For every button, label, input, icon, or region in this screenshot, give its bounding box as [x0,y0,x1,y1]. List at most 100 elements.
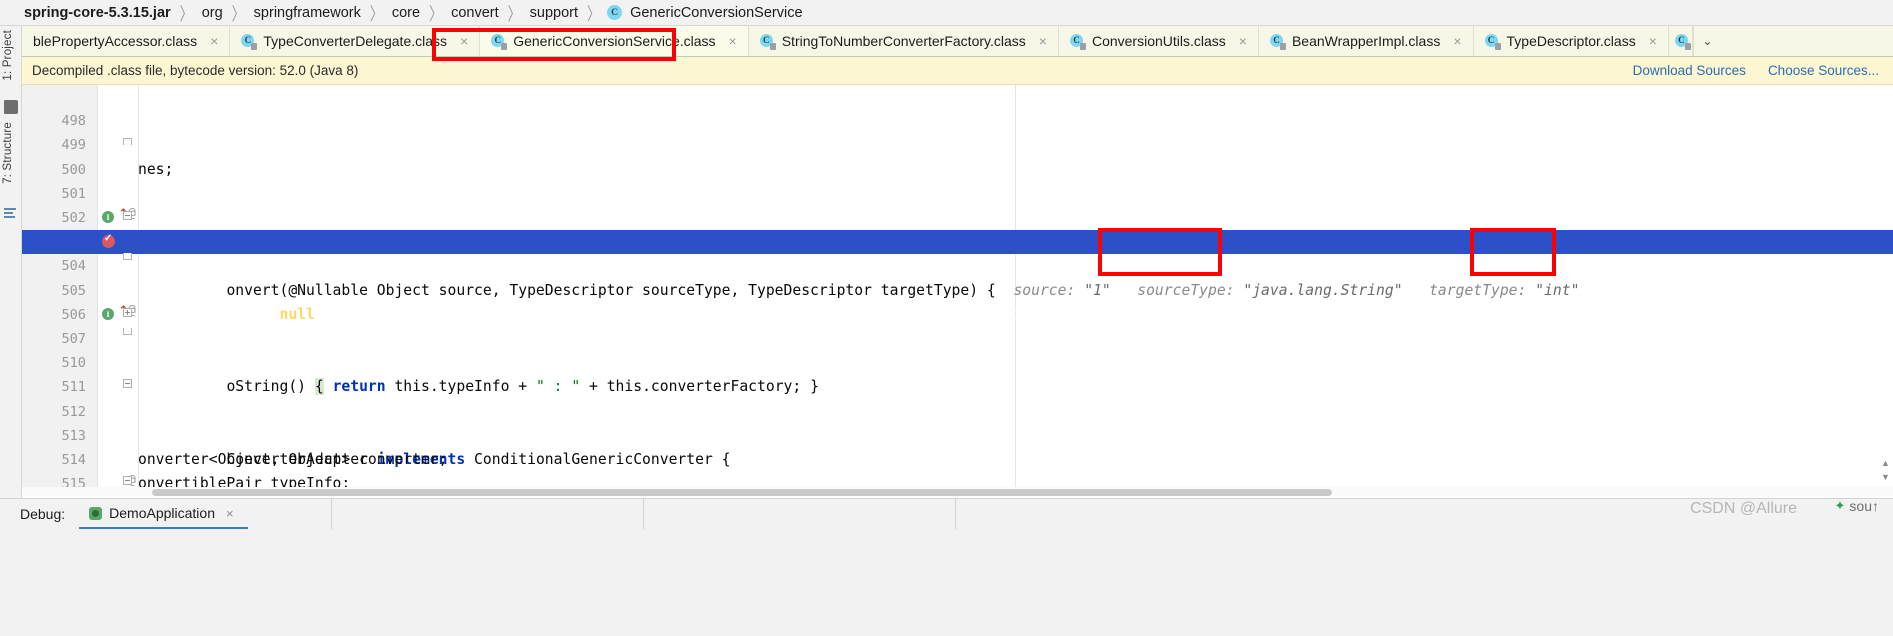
tab-typeconverterdelegate[interactable]: C TypeConverterDelegate.class × [230,26,481,56]
watermark-logo-text: sou↑ [1849,498,1879,514]
code-line[interactable]: 501 [22,158,1893,202]
code-line[interactable]: 513 onverter<Object, Object> converter; [22,400,1893,468]
fold-region-end-icon[interactable] [123,253,132,260]
fold-collapse-icon[interactable] [123,211,132,220]
tab-label: ConversionUtils.class [1091,33,1226,49]
implementation-marker-icon[interactable]: I [102,308,114,320]
tab-conversionutils[interactable]: C ConversionUtils.class × [1059,26,1259,56]
close-icon[interactable]: × [1037,34,1049,48]
lock-icon [1494,42,1501,50]
tab-label: TypeConverterDelegate.class [263,33,448,49]
tab-partial[interactable]: C [1669,26,1693,56]
divider [955,499,956,529]
scroll-down-icon[interactable]: ▼ [1880,472,1891,483]
download-sources-link[interactable]: Download Sources [1633,63,1746,78]
debug-label: Debug: [20,506,66,522]
breadcrumb-label: convert [451,4,499,21]
code-line[interactable]: 500 [22,133,1893,178]
tab-label: GenericConversionService.class [513,33,716,49]
code-line[interactable]: 515 esolvableType targetType; [22,448,1893,492]
breadcrumb-item-convert[interactable]: convert 〉 [449,3,528,24]
code-line[interactable]: 503 onvert(@Nullable Object source, Type… [22,206,1893,298]
debug-tab-demoapplication[interactable]: DemoApplication × [79,499,248,529]
tab-typedescriptor[interactable]: C TypeDescriptor.class × [1474,26,1669,56]
lock-icon [769,42,776,50]
fold-expand-icon[interactable] [123,308,132,317]
class-file-icon: C [491,33,508,50]
chevron-right-icon: 〉 [179,3,193,24]
breadcrumb: spring-core-5.3.15.jar 〉 org 〉 springfra… [0,0,1893,26]
class-icon: C [607,5,623,20]
watermark-logo: ✦ sou↑ [1835,498,1879,514]
breadcrumb-label: GenericConversionService [630,4,803,21]
breadcrumb-item-jar[interactable]: spring-core-5.3.15.jar 〉 [22,3,200,24]
close-icon[interactable]: × [458,34,470,48]
close-icon[interactable]: × [727,34,739,48]
close-icon[interactable]: × [226,506,234,521]
lock-icon [1684,42,1691,50]
choose-sources-link[interactable]: Choose Sources... [1768,63,1879,78]
code-line-selected[interactable]: 504 ce == null ? GenericConversionServic… [22,230,1893,323]
tab-genericconversionservice[interactable]: C GenericConversionService.class × [480,26,749,56]
code-line[interactable]: 510 [22,327,1893,371]
tab-label: TypeDescriptor.class [1506,33,1636,49]
notification-actions: Download Sources Choose Sources... [1633,63,1879,78]
tab-blepropertyaccessor[interactable]: blePropertyAccessor.class × [22,26,231,56]
lock-icon [1079,42,1086,50]
tab-beanwrapperimpl[interactable]: C BeanWrapperImpl.class × [1259,26,1474,56]
scroll-up-icon[interactable]: ▲ [1880,458,1891,469]
code-line[interactable]: 507 oString() { return this.typeInfo + "… [22,303,1893,396]
chevron-down-icon: ⌄ [1702,34,1713,48]
code-line[interactable]: 498 [22,85,1893,129]
chevron-right-icon: 〉 [231,3,245,24]
code-lines: 498 499 nes; 500 501 502 onvert(@Nullabl… [22,85,1893,493]
code-line[interactable]: 514 onvertiblePair typeInfo; [22,424,1893,492]
breadcrumb-item-core[interactable]: core 〉 [390,3,449,24]
breadcrumb-label: core [391,4,421,21]
breadcrumb-item-class[interactable]: C GenericConversionService [607,5,804,21]
fold-collapse-icon[interactable] [123,476,132,485]
chevron-right-icon: 〉 [587,3,601,24]
close-icon[interactable]: × [1237,34,1249,48]
lock-icon [1279,42,1286,50]
code-line[interactable]: 505 [22,254,1893,299]
close-icon[interactable]: × [1451,34,1463,48]
divider [643,499,644,529]
code-line[interactable]: 512 ConverterAdapter implements Conditio… [22,375,1893,468]
tab-overflow-button[interactable]: ⌄ [1692,26,1721,56]
fold-collapse-icon[interactable] [123,379,132,388]
editor-hscrollbar-thumb[interactable] [152,489,1332,496]
watermark-text: CSDN @Allure [1690,500,1797,517]
tool-window-project[interactable]: 1: Project [2,30,14,81]
run-config-icon [89,506,103,520]
breakpoint-icon[interactable] [102,233,115,248]
code-line[interactable]: 506 [22,279,1893,323]
breadcrumb-item-springframework[interactable]: springframework 〉 [252,3,390,24]
fold-region-end-icon[interactable] [123,328,132,335]
fold-region-end-icon[interactable] [123,138,132,145]
code-line[interactable]: 502 [22,182,1893,226]
close-icon[interactable]: × [1647,34,1659,48]
code-line[interactable]: 511 [22,351,1893,395]
tool-window-structure[interactable]: 7: Structure [2,122,14,184]
tab-label: BeanWrapperImpl.class [1291,33,1441,49]
editor-tab-strip: blePropertyAccessor.class × C TypeConver… [0,26,1893,57]
debug-tool-window: Debug: DemoApplication × [0,498,1893,636]
code-editor[interactable]: 498 499 nes; 500 501 502 onvert(@Nullabl… [22,85,1893,493]
idea-window: spring-core-5.3.15.jar 〉 org 〉 springfra… [0,0,1893,636]
folder-icon[interactable] [4,100,18,114]
structure-icon[interactable] [4,208,18,222]
lock-icon [251,42,258,50]
code-line[interactable]: 499 nes; [22,109,1893,177]
chevron-right-icon: 〉 [369,3,383,24]
close-icon[interactable]: × [208,34,220,48]
breadcrumb-item-support[interactable]: support 〉 [528,3,607,24]
breadcrumb-item-org[interactable]: org 〉 [200,3,252,24]
debug-tab-label: DemoApplication [109,505,215,521]
chevron-right-icon: 〉 [507,3,521,24]
class-file-icon: C [759,33,776,50]
tab-stringtonumberconverterfactory[interactable]: C StringToNumberConverterFactory.class × [749,26,1059,56]
breadcrumb-label: spring-core-5.3.15.jar [24,4,171,21]
star-icon: ✦ [1834,498,1846,513]
implementation-marker-icon[interactable]: I [102,211,114,223]
